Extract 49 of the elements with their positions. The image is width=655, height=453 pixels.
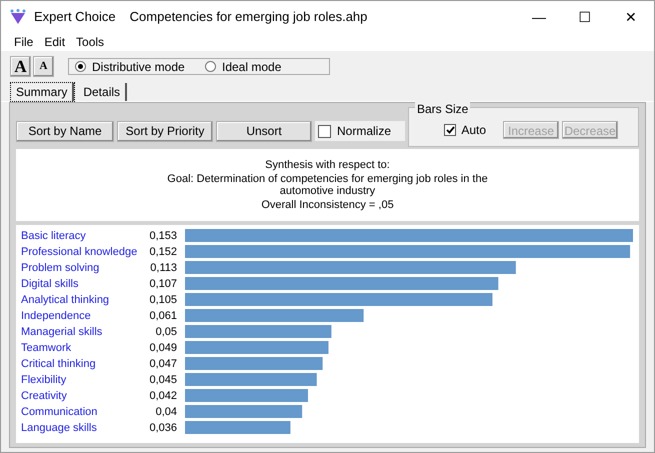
item-label[interactable]: Flexibility <box>21 374 66 386</box>
menu-item[interactable]: Edit <box>44 33 66 51</box>
item-label[interactable]: Teamwork <box>21 342 72 354</box>
item-value: 0,105 <box>149 294 177 306</box>
app-logo-icon <box>9 9 27 25</box>
item-label[interactable]: Basic literacy <box>21 230 86 242</box>
minimize-button[interactable]: — <box>516 1 562 33</box>
menu-item[interactable]: Tools <box>76 33 104 51</box>
item-label[interactable]: Independence <box>21 310 91 322</box>
item-label[interactable]: Critical thinking <box>21 358 96 370</box>
app-name: Expert Choice <box>34 8 116 26</box>
item-label[interactable]: Language skills <box>21 422 97 434</box>
item-value: 0,045 <box>149 374 177 386</box>
item-value: 0,05 <box>156 326 177 338</box>
item-value: 0,036 <box>149 422 177 434</box>
window-title: Competencies for emerging job roles.ahp <box>130 8 368 26</box>
synthesis-text: Overall Inconsistency = ,05 <box>260 199 395 211</box>
mode-radio[interactable]: Ideal mode <box>199 58 329 76</box>
sort-button[interactable]: Sort by Name <box>16 120 114 142</box>
item-value: 0,153 <box>149 230 177 242</box>
normalize-checkbox[interactable]: Normalize <box>315 121 405 141</box>
item-value: 0,042 <box>149 390 177 402</box>
maximize-button[interactable]: ☐ <box>562 1 608 33</box>
item-label[interactable]: Managerial skills <box>21 326 102 338</box>
item-label[interactable]: Professional knowledge <box>21 246 138 258</box>
item-value: 0,107 <box>149 278 177 290</box>
item-value: 0,061 <box>149 310 177 322</box>
item-value: 0,049 <box>149 342 177 354</box>
font-larger-button[interactable]: A <box>10 56 31 77</box>
mode-radio[interactable]: Distributive mode <box>69 58 199 76</box>
sort-button[interactable]: Unsort <box>216 120 312 142</box>
item-label[interactable]: Digital skills <box>21 278 78 290</box>
tab[interactable]: Summary <box>11 83 74 101</box>
item-value: 0,152 <box>149 246 177 258</box>
item-label[interactable]: Analytical thinking <box>21 294 110 306</box>
font-smaller-button[interactable]: A <box>33 56 54 77</box>
auto-checkbox[interactable]: Auto <box>444 121 486 139</box>
item-label[interactable]: Communication <box>21 406 98 418</box>
close-button[interactable]: ✕ <box>608 1 654 33</box>
synthesis-text: Synthesis with respect to: <box>264 159 391 171</box>
menu-item[interactable]: File <box>14 33 34 51</box>
item-label[interactable]: Creativity <box>21 390 67 402</box>
item-value: 0,113 <box>150 262 177 274</box>
check-icon <box>446 126 455 134</box>
item-value: 0,04 <box>156 406 177 418</box>
item-value: 0,047 <box>149 358 177 370</box>
sort-button[interactable]: Sort by Priority <box>117 120 213 142</box>
synthesis-text: Goal: Determination of competencies for emerging job roles in the automotive industry <box>166 173 489 197</box>
item-label[interactable]: Problem solving <box>21 262 100 274</box>
